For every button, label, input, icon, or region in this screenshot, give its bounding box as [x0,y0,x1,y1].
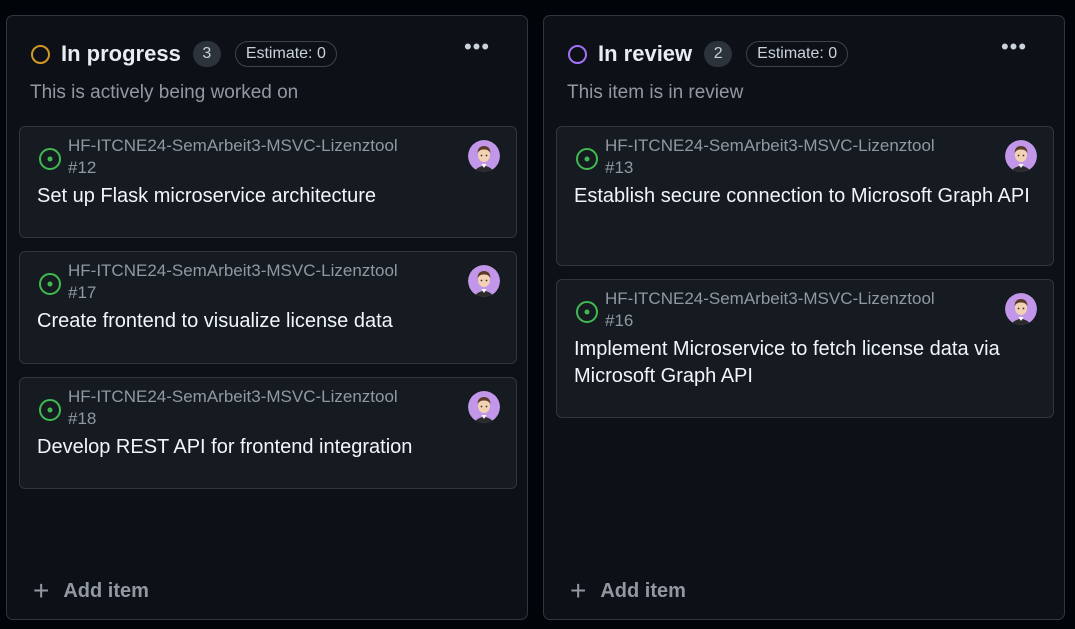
issue-card[interactable]: HF-ITCNE24-SemArbeit3-MSVC-Lizenztool #1… [556,279,1054,418]
open-issue-icon [39,399,61,421]
card-issue-number: #13 [605,158,634,177]
open-issue-icon [576,148,598,170]
estimate-badge: Estimate: 0 [746,41,849,67]
plus-icon: + [570,575,587,606]
card-title[interactable]: Implement Microservice to fetch license … [574,336,1031,390]
column-in-review: In review 2 Estimate: 0 ••• This item is… [543,15,1065,620]
card-title[interactable]: Develop REST API for frontend integratio… [37,434,494,461]
column-title: In progress [61,41,181,66]
card-issue-number: #12 [68,158,97,177]
user-avatar[interactable] [468,140,500,172]
user-avatar[interactable] [1005,140,1037,172]
issue-card[interactable]: HF-ITCNE24-SemArbeit3-MSVC-Lizenztool #1… [19,377,517,489]
item-count-badge: 2 [704,41,733,67]
card-repo-name[interactable]: HF-ITCNE24-SemArbeit3-MSVC-Lizenztool [605,289,935,309]
card-repo-name[interactable]: HF-ITCNE24-SemArbeit3-MSVC-Lizenztool [605,136,935,156]
plus-icon: + [33,575,50,606]
add-item-label: Add item [600,579,686,602]
card-repo-name[interactable]: HF-ITCNE24-SemArbeit3-MSVC-Lizenztool [68,387,398,407]
column-menu-button[interactable]: ••• [1000,36,1028,60]
status-circle-icon [568,44,587,64]
card-title[interactable]: Set up Flask microservice architecture [37,183,494,210]
add-item-button[interactable]: + Add item [570,575,686,606]
open-issue-icon [576,301,598,323]
add-item-label: Add item [63,579,149,602]
card-issue-number: #16 [605,311,634,330]
user-avatar[interactable] [1005,293,1037,325]
kebab-menu-icon: ••• [463,34,491,59]
card-repo-name[interactable]: HF-ITCNE24-SemArbeit3-MSVC-Lizenztool [68,136,398,156]
kebab-menu-icon: ••• [1000,34,1028,59]
card-title[interactable]: Create frontend to visualize license dat… [37,308,494,335]
column-menu-button[interactable]: ••• [463,36,491,60]
column-description: This is actively being worked on [30,82,299,103]
column-header: In review 2 Estimate: 0 [568,39,1044,69]
issue-card[interactable]: HF-ITCNE24-SemArbeit3-MSVC-Lizenztool #1… [556,126,1054,266]
card-repo-name[interactable]: HF-ITCNE24-SemArbeit3-MSVC-Lizenztool [68,261,398,281]
card-title[interactable]: Establish secure connection to Microsoft… [574,183,1031,210]
estimate-badge: Estimate: 0 [234,41,337,67]
item-count-badge: 3 [192,41,221,67]
column-header: In progress 3 Estimate: 0 [31,39,507,69]
open-issue-icon [39,148,61,170]
user-avatar[interactable] [468,391,500,423]
project-board: In progress 3 Estimate: 0 ••• This is ac… [0,0,1075,629]
status-circle-icon [31,44,50,64]
user-avatar[interactable] [468,265,500,297]
column-in-progress: In progress 3 Estimate: 0 ••• This is ac… [6,15,528,620]
column-description: This item is in review [567,82,744,103]
add-item-button[interactable]: + Add item [33,575,149,606]
issue-card[interactable]: HF-ITCNE24-SemArbeit3-MSVC-Lizenztool #1… [19,126,517,238]
issue-card[interactable]: HF-ITCNE24-SemArbeit3-MSVC-Lizenztool #1… [19,251,517,364]
card-issue-number: #18 [68,409,97,428]
card-issue-number: #17 [68,283,97,302]
open-issue-icon [39,273,61,295]
column-title: In review [598,41,693,66]
